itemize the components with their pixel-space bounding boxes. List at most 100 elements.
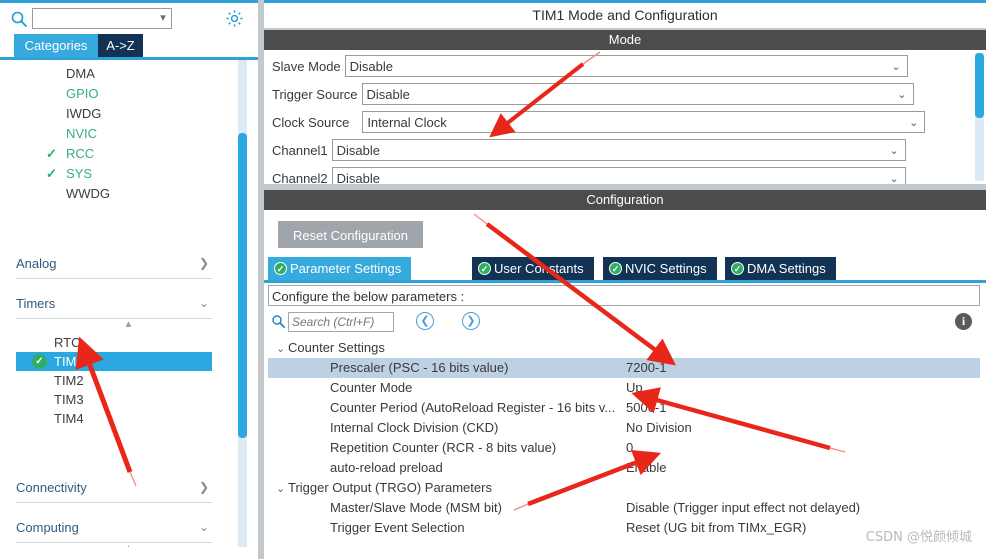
info-icon[interactable]: i [955,313,972,330]
param-value[interactable]: 7200-1 [626,358,666,378]
scroll-down-arrow[interactable]: ▲ [14,543,242,547]
group-connectivity[interactable]: Connectivity ❯ [16,472,212,503]
page-title: TIM1 Mode and Configuration [264,3,986,28]
tree-item-iwdg[interactable]: IWDG [14,104,242,124]
param-value[interactable]: 0 [626,438,633,458]
param-group-counter-settings[interactable]: ⌄ Counter Settings [268,338,980,358]
param-value[interactable]: Disable (Trigger input effect not delaye… [626,498,860,518]
select-value: Disable [336,142,381,158]
watermark: CSDN @悦颜倾城 [865,530,972,545]
param-name: auto-reload preload [330,460,443,475]
table-row[interactable]: Repetition Counter (RCR - 8 bits value) … [268,438,980,458]
param-value[interactable]: No Division [626,418,692,438]
chevron-right-icon: ❯ [198,256,209,270]
leaf-item-tim3[interactable]: TIM3 [16,390,212,409]
select-trigger-source[interactable]: Disable ⌄ [361,83,914,105]
tree-item-rcc[interactable]: ✓ RCC [14,144,242,164]
tree-item-gpio[interactable]: GPIO [14,84,242,104]
configuration-section-header: Configuration [264,190,986,210]
leaf-item-tim4[interactable]: TIM4 [16,409,212,428]
table-row[interactable]: Master/Slave Mode (MSM bit) Disable (Tri… [268,498,980,518]
param-group-label: Trigger Output (TRGO) Parameters [288,480,492,495]
tree-item-sys[interactable]: ✓ SYS [14,164,242,184]
tab-nvic-settings[interactable]: ✓ NVIC Settings [603,257,717,280]
tab-categories[interactable]: Categories [14,34,98,57]
param-name: Repetition Counter (RCR - 8 bits value) [330,440,557,455]
param-value[interactable]: Up [626,378,643,398]
tree-item-label: RCC [66,146,95,161]
component-search-combo[interactable]: ▾ [32,8,172,29]
group-label: Computing [16,519,79,535]
mode-scrollbar-thumb[interactable] [975,53,984,118]
configuration-area: TIM1 Mode and Configuration Mode Slave M… [264,0,986,559]
table-row[interactable]: Counter Period (AutoReload Register - 16… [268,398,980,418]
select-channel2[interactable]: Disable ⌄ [331,167,906,184]
tab-label: Parameter Settings [290,261,402,276]
configuration-section-body: Reset Configuration ✓ Parameter Settings… [264,210,986,559]
search-row: ▾ [0,3,258,34]
check-circle-icon: ✓ [731,262,744,275]
reset-configuration-button[interactable]: Reset Configuration [278,221,423,248]
tree-item-label: WWDG [66,186,111,201]
tab-dma-settings[interactable]: ✓ DMA Settings [725,257,836,280]
group-timers[interactable]: Timers ⌄ [16,288,212,319]
tab-parameter-settings[interactable]: ✓ Parameter Settings [268,257,412,280]
param-value[interactable]: Enable [626,458,666,478]
table-row[interactable]: auto-reload preload Enable [268,458,980,478]
group-label: Analog [16,255,57,271]
check-circle-icon: ✓ [609,262,622,275]
tree-item-dma[interactable]: DMA [14,64,242,84]
tree-item-label: NVIC [66,126,98,141]
left-scrollbar-thumb[interactable] [238,133,247,438]
tab-user-constants[interactable]: ✓ User Constants [472,257,594,280]
scroll-up-arrow[interactable]: ▲ [14,319,242,333]
tree-item-label: GPIO [66,86,99,101]
chevron-down-icon: ⌄ [276,483,286,495]
select-value: Disable [349,58,394,74]
leaf-item-tim2[interactable]: TIM2 [16,371,212,390]
param-name: Master/Slave Mode (MSM bit) [330,500,502,515]
chevron-down-icon: ⌄ [909,116,919,129]
tab-label: NVIC Settings [625,261,707,276]
leaf-item-rtc[interactable]: RTC [16,333,212,352]
select-slave-mode[interactable]: Disable ⌄ [344,55,908,77]
group-label: Timers [16,295,56,311]
parameter-search-row: ❮ ❯ i [268,310,980,336]
select-clock-source[interactable]: Internal Clock ⌄ [362,111,926,133]
parameter-search-box[interactable] [288,312,394,332]
search-icon [10,10,28,28]
group-computing[interactable]: Computing ⌄ [16,512,212,543]
search-icon [271,314,286,329]
gear-icon[interactable] [225,9,244,28]
mode-section-header: Mode [264,30,986,50]
tab-a-to-z[interactable]: A->Z [98,34,143,57]
leaf-item-tim1[interactable]: ✓ TIM1 [16,352,212,371]
category-tabs: Categories A->Z [0,34,258,60]
tree-item-label: SYS [66,166,93,181]
group-analog[interactable]: Analog ❯ [16,248,212,279]
param-name: Prescaler (PSC - 16 bits value) [330,360,509,375]
param-group-label: Counter Settings [288,340,385,355]
table-row[interactable]: Prescaler (PSC - 16 bits value) 7200-1 [268,358,980,378]
select-channel1[interactable]: Disable ⌄ [331,139,906,161]
component-tree: DMA GPIO IWDG NVIC ✓ RCC ✓ SYS WWDG Anal… [14,60,242,547]
component-search-input[interactable] [33,10,155,27]
tab-label: User Constants [494,261,584,276]
param-value[interactable]: 5000-1 [626,398,666,418]
app-window: ▾ Categories A->Z DMA GPIO IWDG NVIC ✓ R… [0,0,986,559]
label-trigger-source: Trigger Source [272,86,358,102]
param-group-trigger-output[interactable]: ⌄ Trigger Output (TRGO) Parameters [268,478,980,498]
tree-item-nvic[interactable]: NVIC [14,124,242,144]
param-value[interactable]: Reset (UG bit from TIMx_EGR) [626,518,806,538]
chevron-right-circle-icon[interactable]: ❯ [462,312,480,330]
table-row[interactable]: Internal Clock Division (CKD) No Divisio… [268,418,980,438]
parameter-search-input[interactable] [289,313,393,331]
tree-item-label: IWDG [66,106,102,121]
tree-item-wwdg[interactable]: WWDG [14,184,242,204]
param-name: Trigger Event Selection [330,520,465,535]
table-row[interactable]: Counter Mode Up [268,378,980,398]
check-icon: ✓ [46,166,57,181]
chevron-down-icon[interactable]: ▾ [155,13,171,24]
tab-label: DMA Settings [747,261,826,276]
chevron-left-circle-icon[interactable]: ❮ [416,312,434,330]
